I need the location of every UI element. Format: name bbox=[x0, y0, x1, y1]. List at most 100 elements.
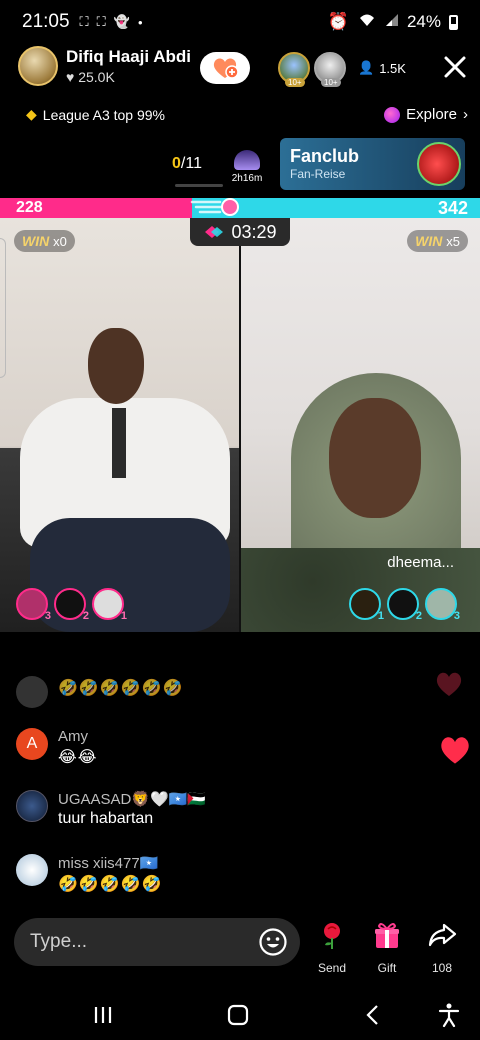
gifter-avatar[interactable]: 3 bbox=[425, 588, 460, 622]
goal-timer[interactable]: 2h16m bbox=[230, 150, 264, 184]
battery-percent: 24% bbox=[406, 12, 441, 31]
notification-icons: ⛶ ⛶ 👻 • bbox=[80, 14, 143, 30]
gifter-avatar[interactable]: 1 bbox=[92, 588, 127, 622]
send-label: Send bbox=[317, 961, 347, 975]
host-name: Difiq Haaji Abdi bbox=[66, 47, 191, 66]
guest-name[interactable]: dheema... bbox=[387, 554, 454, 571]
accessibility-icon[interactable] bbox=[436, 1002, 462, 1028]
side-drawer-handle[interactable] bbox=[0, 238, 6, 378]
host-video[interactable]: WIN x0 3 2 1 bbox=[0, 218, 239, 632]
goal-progress-bar bbox=[175, 184, 223, 187]
explore-icon bbox=[384, 106, 401, 123]
share-count: 108 bbox=[431, 961, 453, 975]
left-win-count: x0 bbox=[53, 234, 67, 249]
goal-counter[interactable]: 0/11 bbox=[172, 155, 202, 173]
top-viewer-avatar[interactable]: 10+ bbox=[278, 52, 310, 87]
fanclub-banner[interactable]: Fanclub Fan-Reise bbox=[280, 138, 465, 190]
recent-apps-icon[interactable] bbox=[90, 1002, 116, 1028]
host-tie bbox=[112, 408, 126, 478]
send-rose-button[interactable]: Send bbox=[308, 920, 356, 975]
comment-username[interactable]: UGAASAD🦁🤍🇸🇴🇵🇸 bbox=[58, 790, 206, 808]
system-navigation-bar bbox=[0, 990, 480, 1040]
fanclub-mascot-icon bbox=[417, 142, 461, 186]
right-score: 342 bbox=[437, 198, 468, 218]
comment-input[interactable]: Type... bbox=[14, 918, 300, 966]
top-viewers[interactable]: 10+ 10+ bbox=[278, 52, 346, 87]
rose-icon bbox=[324, 923, 340, 949]
clock: 21:05 bbox=[22, 11, 70, 32]
battle-timer: 03:29 bbox=[190, 218, 290, 246]
left-top-gifters[interactable]: 3 2 1 bbox=[16, 588, 127, 622]
comment-item[interactable]: 🤣🤣🤣🤣🤣🤣 bbox=[16, 676, 184, 708]
battle-score-bar bbox=[0, 198, 480, 218]
gifter-avatar[interactable]: 3 bbox=[16, 588, 51, 622]
gifter-avatar[interactable]: 2 bbox=[54, 588, 89, 622]
host-info[interactable]: Difiq Haaji Abdi ♥ 25.0K bbox=[18, 46, 191, 86]
comment-item[interactable]: miss xiis477🇸🇴 🤣🤣🤣🤣🤣 bbox=[16, 854, 163, 894]
snapchat-icon: 👻 bbox=[113, 14, 130, 29]
battery-icon bbox=[449, 14, 458, 30]
signal-icon bbox=[385, 12, 399, 32]
viewer-level-badge: 10+ bbox=[285, 78, 305, 87]
gifter-rank: 2 bbox=[415, 610, 422, 622]
gift-button[interactable]: Gift bbox=[363, 920, 411, 975]
battle-timer-text: 03:29 bbox=[231, 221, 277, 242]
explore-link[interactable]: Explore › bbox=[384, 106, 468, 123]
host-avatar[interactable] bbox=[18, 46, 58, 86]
host-head bbox=[88, 328, 144, 404]
close-icon[interactable] bbox=[440, 52, 470, 82]
follow-button[interactable] bbox=[200, 52, 250, 84]
league-badge[interactable]: ◆ League A3 top 99% bbox=[26, 106, 165, 123]
goal-timer-text: 2h16m bbox=[231, 173, 263, 184]
notification-dot-icon: • bbox=[137, 14, 143, 30]
comment-item[interactable]: UGAASAD🦁🤍🇸🇴🇵🇸 tuur habartan bbox=[16, 790, 206, 828]
gifter-rank: 3 bbox=[44, 610, 51, 622]
comment-username[interactable]: miss xiis477🇸🇴 bbox=[58, 854, 163, 872]
host-likes-count: 25.0K bbox=[78, 69, 115, 85]
comment-avatar[interactable] bbox=[16, 676, 48, 708]
comment-text: 😂😂 bbox=[58, 749, 98, 766]
left-score: 228 bbox=[16, 199, 43, 216]
back-icon[interactable] bbox=[360, 1002, 386, 1028]
viewer-level-badge: 10+ bbox=[321, 78, 341, 87]
heart-plus-icon bbox=[213, 58, 239, 79]
gifter-rank: 3 bbox=[453, 610, 460, 622]
comment-placeholder: Type... bbox=[30, 931, 88, 952]
top-viewer-avatar[interactable]: 10+ bbox=[314, 52, 346, 87]
host-likes: ♥ 25.0K bbox=[66, 69, 191, 85]
viewer-count-value: 1.5K bbox=[379, 60, 406, 76]
screen-icon: ⛶ bbox=[79, 14, 89, 29]
comment-text: tuur habartan bbox=[58, 810, 154, 827]
guest-video[interactable]: WIN x5 dheema... 1 2 3 bbox=[241, 218, 480, 632]
right-top-gifters[interactable]: 1 2 3 bbox=[349, 588, 460, 622]
alarm-icon: ⏰ bbox=[327, 12, 349, 31]
gifter-rank: 2 bbox=[82, 610, 89, 622]
share-icon bbox=[428, 923, 457, 947]
comment-item[interactable]: A Amy 😂😂 bbox=[16, 728, 97, 767]
diamond-icon: ◆ bbox=[26, 106, 37, 122]
share-button[interactable]: 108 bbox=[418, 920, 466, 975]
viewer-count[interactable]: 👤 1.5K bbox=[358, 60, 406, 76]
chevron-right-icon: › bbox=[463, 106, 468, 123]
emoji-icon[interactable] bbox=[258, 927, 288, 957]
comment-text: 🤣🤣🤣🤣🤣🤣 bbox=[58, 680, 184, 697]
home-icon[interactable] bbox=[225, 1002, 251, 1028]
comment-avatar[interactable]: A bbox=[16, 728, 48, 760]
gifter-rank: 1 bbox=[377, 610, 384, 622]
comment-avatar[interactable] bbox=[16, 790, 48, 822]
screen-icon: ⛶ bbox=[96, 14, 106, 29]
gifter-rank: 1 bbox=[120, 610, 127, 622]
gifter-avatar[interactable]: 2 bbox=[387, 588, 422, 622]
gift-label: Gift bbox=[377, 961, 397, 975]
person-icon: 👤 bbox=[358, 60, 375, 75]
like-heart-icon[interactable] bbox=[438, 734, 472, 766]
status-bar: 21:05 ⛶ ⛶ 👻 • ⏰ 24% bbox=[0, 0, 480, 44]
comment-username[interactable]: Amy bbox=[58, 728, 97, 745]
comment-avatar[interactable] bbox=[16, 854, 48, 886]
gifter-avatar[interactable]: 1 bbox=[349, 588, 384, 622]
system-icons: ⏰ 24% bbox=[328, 12, 458, 33]
explore-label: Explore bbox=[406, 106, 457, 123]
cap-icon bbox=[234, 150, 260, 170]
left-win-badge: WIN x0 bbox=[14, 230, 75, 252]
left-win-label: WIN bbox=[22, 233, 50, 249]
